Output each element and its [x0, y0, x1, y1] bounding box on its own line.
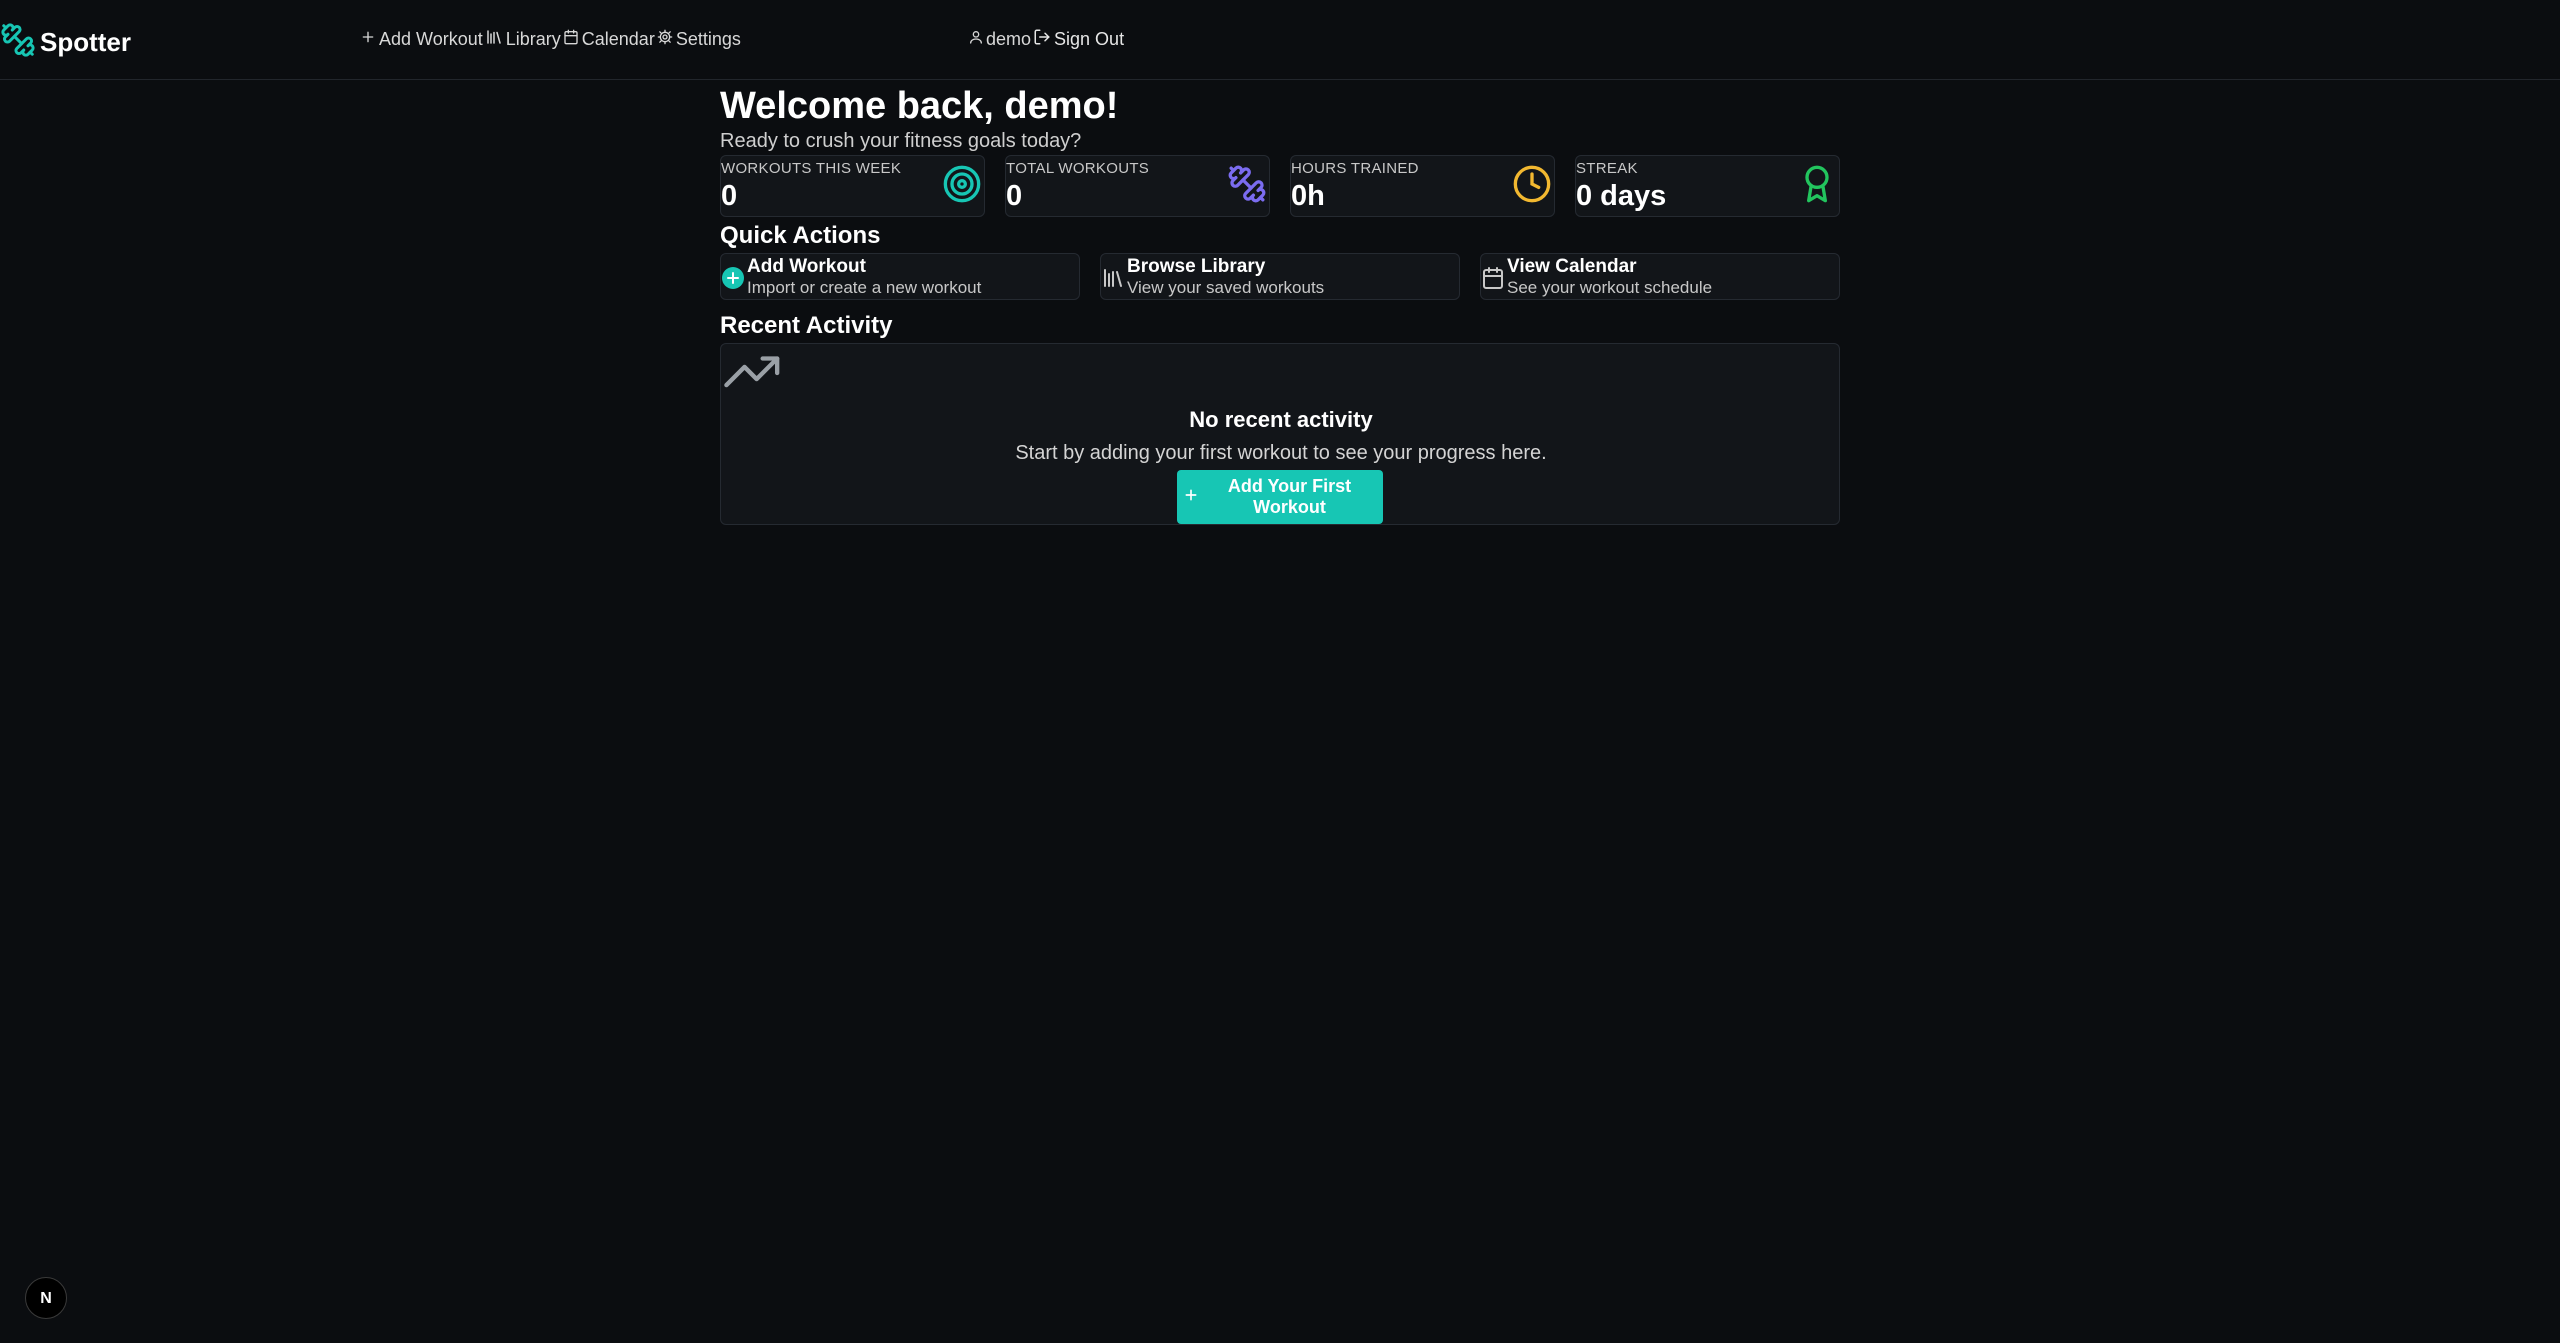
- empty-state-title: No recent activity: [1189, 407, 1373, 432]
- nav-calendar-label: Calendar: [581, 29, 655, 49]
- nav-calendar[interactable]: Calendar: [563, 28, 655, 51]
- sign-out-label: Sign Out: [1054, 29, 1125, 49]
- quick-action-browse-library[interactable]: Browse Library View your saved workouts: [1100, 253, 1460, 300]
- quick-actions-heading: Quick Actions: [720, 222, 881, 249]
- n-logo-icon: N: [40, 1290, 52, 1307]
- brand-logo-link[interactable]: Spotter: [0, 22, 131, 63]
- quick-action-desc: Import or create a new workout: [747, 278, 982, 297]
- dumbbell-icon: [1227, 164, 1267, 209]
- user-menu: demo Sign Out: [968, 28, 1124, 51]
- quick-action-title: Browse Library: [1127, 256, 1266, 277]
- quick-action-title: View Calendar: [1507, 256, 1637, 277]
- stat-value: 0h: [1291, 180, 1325, 212]
- page-subtitle: Ready to crush your fitness goals today?: [720, 130, 1082, 152]
- stat-value: 0: [1006, 180, 1023, 212]
- username: demo: [986, 29, 1032, 49]
- empty-state-desc: Start by adding your first workout to se…: [1015, 442, 1547, 464]
- nav-settings-label: Settings: [675, 29, 741, 49]
- page-title: Welcome back, demo!: [720, 85, 1119, 127]
- gear-icon: [657, 29, 673, 50]
- nav-library-label: Library: [505, 29, 561, 49]
- stat-card-total-workouts: TOTAL WORKOUTS 0: [1005, 155, 1270, 217]
- user-icon: [968, 29, 984, 50]
- clock-icon: [1512, 164, 1552, 209]
- nav-settings[interactable]: Settings: [657, 28, 741, 51]
- quick-action-title: Add Workout: [747, 256, 866, 277]
- sign-out-button[interactable]: Sign Out: [1033, 28, 1124, 51]
- svg-text:N: N: [40, 1290, 52, 1307]
- nav-library[interactable]: Library: [485, 28, 561, 51]
- stat-label: HOURS TRAINED: [1291, 160, 1419, 177]
- plus-icon: [1183, 487, 1199, 508]
- main-nav: Add Workout Library Calendar Settings: [360, 28, 741, 51]
- stat-card-streak: STREAK 0 days: [1575, 155, 1840, 217]
- stat-card-workouts-this-week: WORKOUTS THIS WEEK 0: [720, 155, 985, 217]
- quick-action-add-workout[interactable]: Add Workout Import or create a new worko…: [720, 253, 1080, 300]
- stat-value: 0 days: [1576, 180, 1667, 212]
- nav-add-workout[interactable]: Add Workout: [360, 28, 483, 51]
- dumbbell-icon: [0, 22, 36, 63]
- target-icon: [942, 164, 982, 209]
- recent-activity-panel: No recent activity Start by adding your …: [720, 343, 1840, 525]
- calendar-icon: [1481, 266, 1505, 295]
- trending-up-icon: [724, 356, 782, 395]
- add-first-workout-label: Add Your First Workout: [1227, 476, 1352, 517]
- stat-card-hours-trained: HOURS TRAINED 0h: [1290, 155, 1555, 217]
- calendar-icon: [563, 29, 579, 50]
- add-first-workout-button[interactable]: Add Your First Workout: [1177, 470, 1383, 524]
- brand-name: Spotter: [40, 27, 131, 57]
- quick-action-view-calendar[interactable]: View Calendar See your workout schedule: [1480, 253, 1840, 300]
- stat-label: WORKOUTS THIS WEEK: [721, 160, 902, 177]
- stat-label: TOTAL WORKOUTS: [1006, 160, 1150, 177]
- stat-value: 0: [721, 180, 738, 212]
- nav-add-workout-label: Add Workout: [379, 29, 483, 49]
- library-icon: [1101, 266, 1125, 295]
- library-icon: [485, 28, 503, 51]
- quick-action-desc: See your workout schedule: [1507, 278, 1713, 297]
- award-icon: [1797, 164, 1837, 209]
- plus-circle-icon: [721, 266, 745, 295]
- dev-tools-badge[interactable]: N: [25, 1277, 67, 1319]
- top-navigation-bar: Spotter Add Workout Library Calendar Set…: [0, 0, 2560, 80]
- logout-icon: [1033, 28, 1051, 51]
- recent-activity-heading: Recent Activity: [720, 312, 893, 339]
- quick-action-desc: View your saved workouts: [1127, 278, 1325, 297]
- stat-label: STREAK: [1576, 160, 1638, 177]
- plus-icon: [360, 29, 376, 50]
